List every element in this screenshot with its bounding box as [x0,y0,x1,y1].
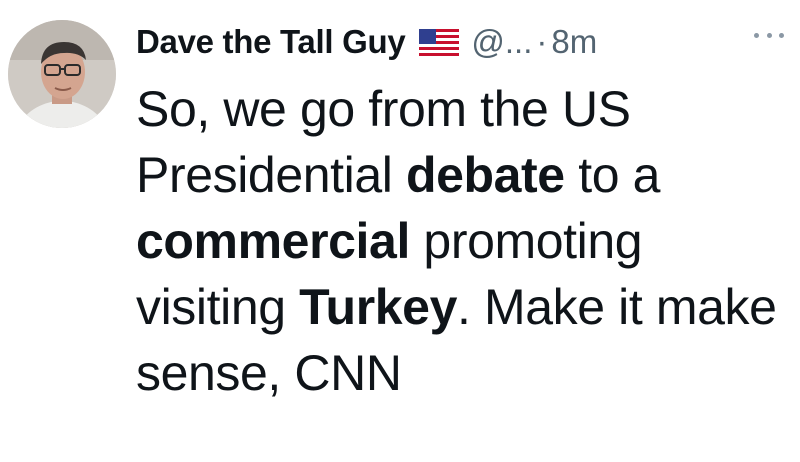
separator-dot: · [536,23,548,60]
more-horizontal-icon[interactable] [754,30,784,40]
tweet-text-bold: commercial [136,213,410,269]
avatar[interactable] [8,20,116,128]
user-handle[interactable]: @... [471,23,532,61]
tweet-text-bold: debate [405,147,565,203]
timestamp[interactable]: 8m [551,23,597,61]
avatar-photo [8,20,116,128]
tweet-text-bold: Turkey [299,279,457,335]
tweet-text-part: to a [564,147,661,203]
us-flag-icon [419,28,460,56]
display-name[interactable]: Dave the Tall Guy [136,23,406,61]
tweet-header: Dave the Tall Guy @... · 8m [136,16,597,68]
tweet-text: So, we go from the US Presidential debat… [136,76,796,406]
tweet-card[interactable]: Dave the Tall Guy @... · 8m So, we go fr… [0,0,800,462]
